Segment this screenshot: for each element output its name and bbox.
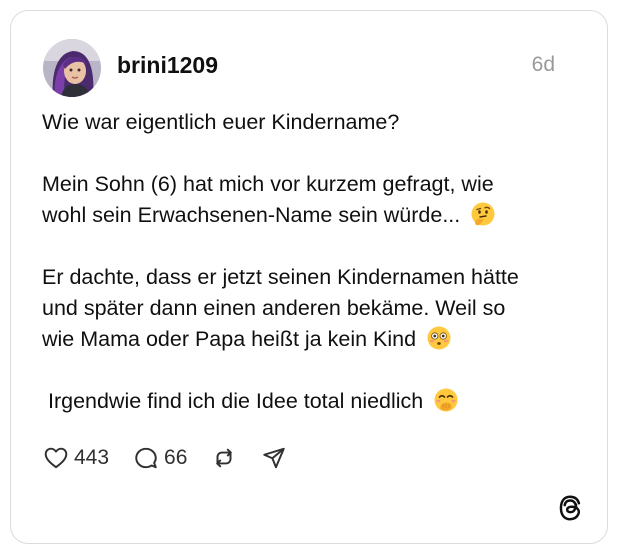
threads-logo-icon (559, 495, 581, 521)
heart-icon (44, 447, 68, 469)
share-button[interactable] (261, 445, 287, 471)
post-line: und später dann einen anderen bekäme. We… (42, 296, 506, 320)
repost-button[interactable] (211, 445, 237, 471)
post-line: Er dachte, dass er jetzt seinen Kinderna… (42, 265, 519, 289)
post-paragraph: Wie war eigentlich euer Kindername? (42, 107, 587, 138)
profile-photo-icon (43, 39, 101, 97)
post-line: Wie war eigentlich euer Kindername? (42, 110, 400, 134)
avatar[interactable] (43, 39, 101, 97)
comment-icon (135, 447, 157, 469)
post-line: Irgendwie find ich die Idee total niedli… (42, 389, 424, 413)
like-count: 443 (74, 446, 110, 469)
post-timestamp: 6d (531, 53, 555, 76)
like-button[interactable]: 443 (43, 445, 109, 471)
threads-logo (557, 494, 583, 527)
reply-button[interactable]: 66 (133, 445, 187, 471)
hand-over-mouth-face-icon (434, 388, 458, 412)
flushed-face-icon (427, 326, 451, 350)
thinking-face-icon (471, 202, 495, 226)
send-icon (263, 447, 286, 469)
post-actions: 443 66 (43, 443, 311, 473)
username[interactable]: brini1209 (117, 52, 218, 79)
post-line: Mein Sohn (6) hat mich vor kurzem gefrag… (42, 172, 494, 196)
reply-count: 66 (164, 446, 188, 469)
post-paragraph: Mein Sohn (6) hat mich vor kurzem gefrag… (42, 169, 587, 231)
post-paragraph: Irgendwie find ich die Idee total niedli… (42, 386, 587, 417)
post-paragraph: Er dachte, dass er jetzt seinen Kinderna… (42, 262, 587, 355)
post-line: wie Mama oder Papa heißt ja kein Kind (42, 327, 417, 351)
post-card: brini1209 6d Wie war eigentlich euer Kin… (10, 10, 608, 544)
post-text: Wie war eigentlich euer Kindername? Mein… (42, 107, 587, 417)
post-line: wohl sein Erwachsenen-Name sein würde... (42, 203, 461, 227)
repost-icon (216, 448, 233, 468)
